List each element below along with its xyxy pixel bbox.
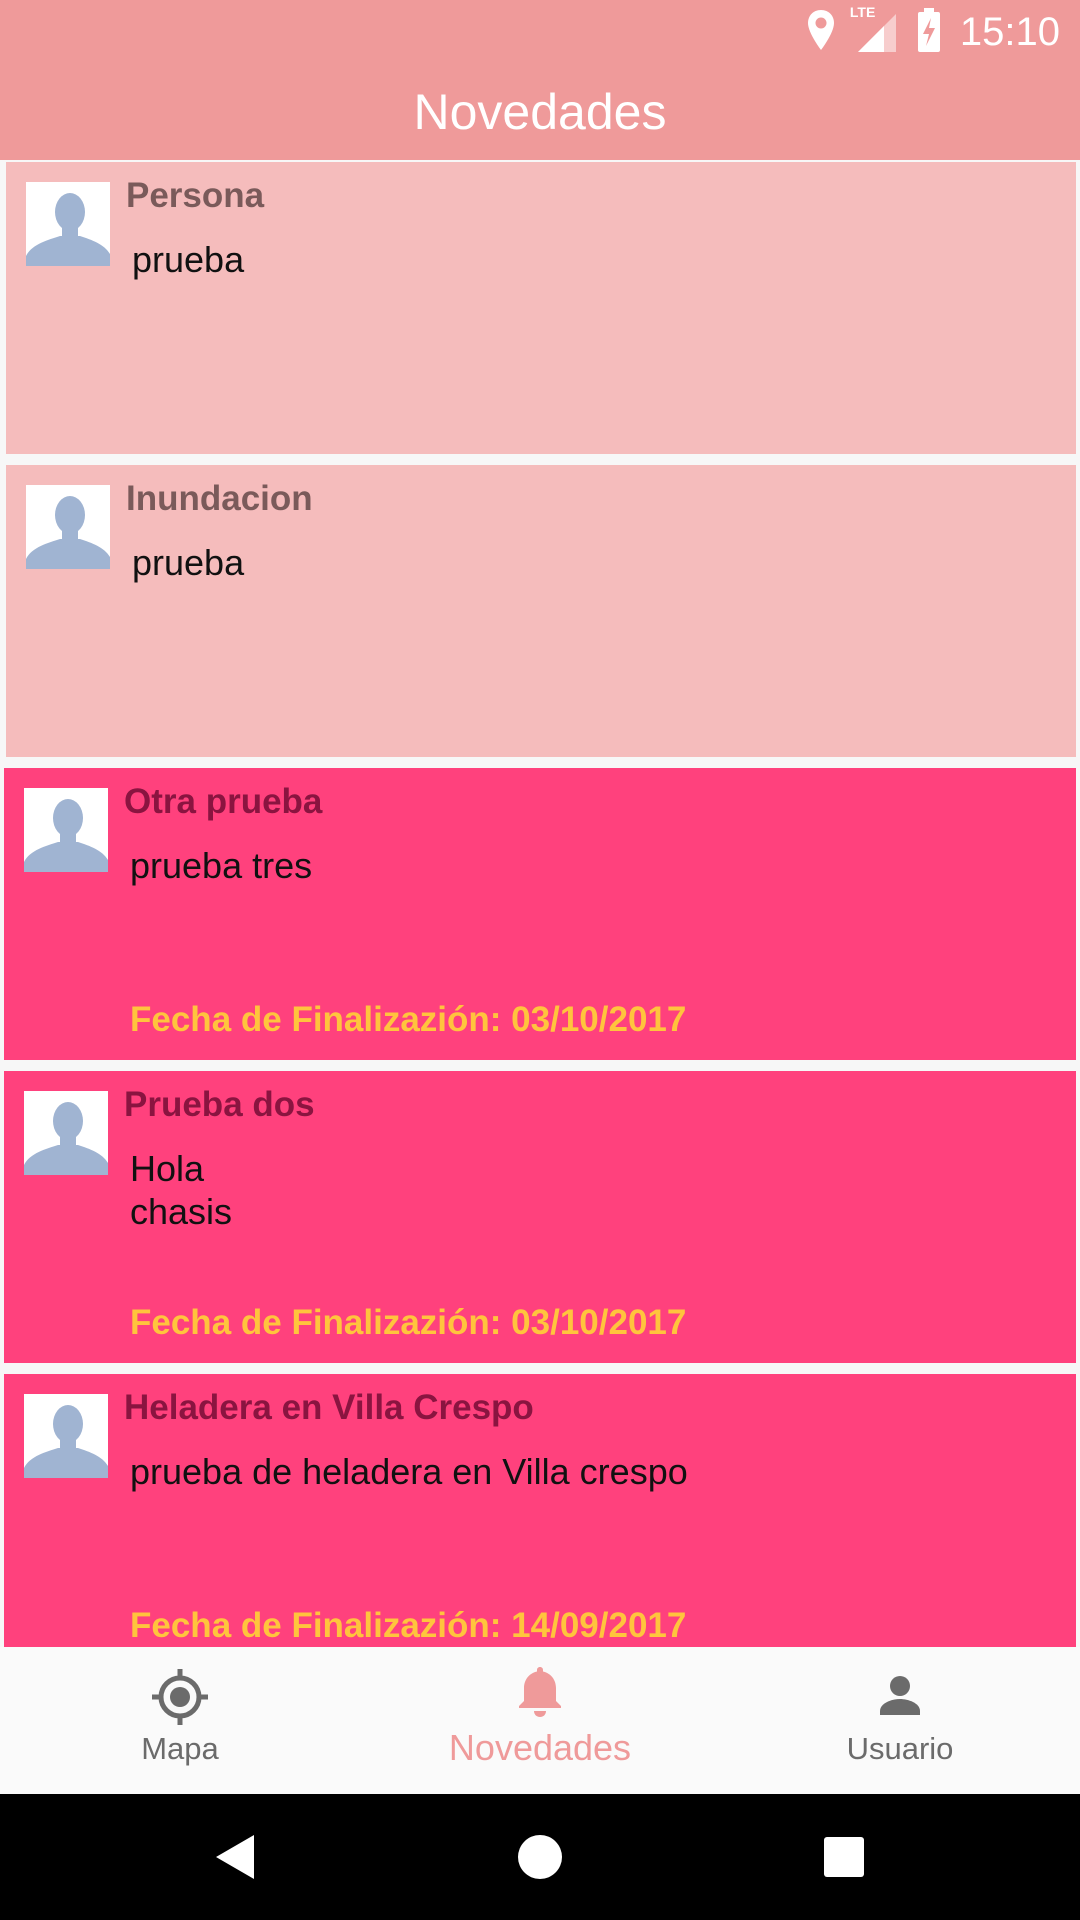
avatar [26, 485, 110, 569]
app-bar: LTE 15:10 Novedades [0, 0, 1080, 160]
back-icon[interactable] [208, 1829, 264, 1885]
card-description: Hola chasis [130, 1148, 233, 1232]
card-description: prueba [132, 542, 245, 583]
gps-target-icon [150, 1667, 210, 1727]
recents-icon[interactable] [816, 1829, 872, 1885]
battery-charging-icon [916, 7, 942, 57]
card-title: Inundacion [126, 479, 313, 518]
card-title: Otra prueba [124, 782, 323, 821]
status-bar: LTE 15:10 [0, 0, 1080, 64]
status-time: 15:10 [959, 9, 1060, 54]
card-end-date: Fecha de Finalizazión: 03/10/2017 [130, 1303, 687, 1342]
page-title: Novedades [413, 84, 667, 140]
location-icon [806, 8, 836, 57]
card-title: Prueba dos [124, 1085, 315, 1124]
card-title: Heladera en Villa Crespo [124, 1388, 534, 1427]
news-card[interactable]: Inundacion prueba [6, 465, 1076, 757]
card-title: Persona [126, 176, 265, 215]
user-icon [870, 1667, 930, 1727]
card-description: prueba tres [130, 845, 313, 886]
nav-item-mapa[interactable]: Mapa [0, 1647, 360, 1794]
card-end-date: Fecha de Finalizazión: 14/09/2017 [130, 1606, 687, 1645]
signal-icon: LTE [850, 4, 898, 54]
nav-label-usuario: Usuario [846, 1731, 954, 1766]
avatar [24, 788, 108, 872]
card-end-date: Fecha de Finalizazión: 03/10/2017 [130, 1000, 687, 1039]
nav-label-novedades: Novedades [448, 1727, 632, 1768]
news-card[interactable]: Prueba dos Hola chasis Fecha de Finaliza… [4, 1071, 1076, 1363]
avatar [26, 182, 110, 266]
card-description: prueba de heladera en Villa crespo [130, 1451, 688, 1492]
app-root: LTE 15:10 Novedades Persona prueba Inund… [0, 0, 1080, 1920]
bottom-navigation: Mapa Novedades Usuario [0, 1647, 1080, 1794]
news-card[interactable]: Persona prueba [6, 162, 1076, 454]
home-icon[interactable] [512, 1829, 568, 1885]
status-icons: LTE 15:10 [806, 4, 1060, 57]
news-card[interactable]: Heladera en Villa Crespo prueba de helad… [4, 1374, 1076, 1647]
avatar [24, 1091, 108, 1175]
avatar [24, 1394, 108, 1478]
nav-item-novedades[interactable]: Novedades [360, 1647, 720, 1794]
system-navigation-bar [0, 1794, 1080, 1920]
nav-label-mapa: Mapa [141, 1731, 219, 1766]
card-description: prueba [132, 239, 245, 280]
network-type-label: LTE [849, 4, 876, 20]
bell-icon [510, 1661, 570, 1721]
news-feed[interactable]: Persona prueba Inundacion prueba Otra pr… [0, 160, 1080, 1647]
nav-item-usuario[interactable]: Usuario [720, 1647, 1080, 1794]
news-card[interactable]: Otra prueba prueba tres Fecha de Finaliz… [4, 768, 1076, 1060]
